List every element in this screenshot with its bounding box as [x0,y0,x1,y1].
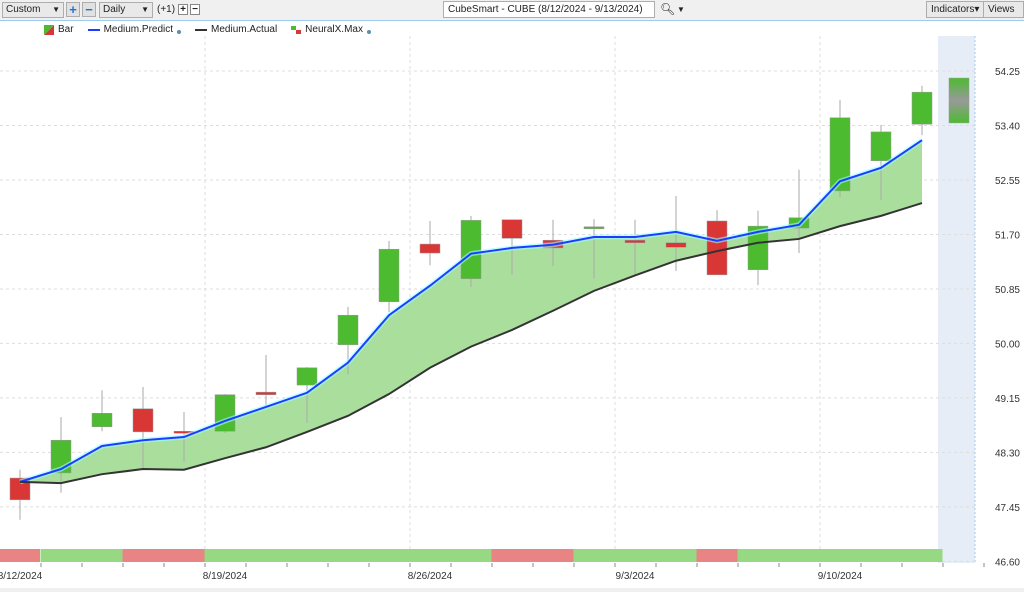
neuralx-segment-down [122,549,164,562]
predict-actual-fill [20,140,922,484]
neuralx-segment-up [737,549,779,562]
candle-down [665,242,687,248]
chevron-down-icon: ▼ [141,5,149,14]
neuralx-segment-up [409,549,451,562]
y-tick-label: 48.30 [995,448,1020,459]
neuralx-segment-down [696,549,738,562]
offset-label: (+1) [157,4,176,15]
x-tick-label: 8/26/2024 [408,571,453,582]
neuralx-segment-down [532,549,574,562]
y-tick-label: 50.85 [995,285,1020,296]
chevron-down-icon[interactable]: ▼ [677,5,685,14]
preset-select[interactable]: Custom ▼ [2,2,64,18]
x-tick-label: 9/10/2024 [818,571,863,582]
legend-label: Medium.Predict [103,24,174,35]
neuralx-segment-down [163,549,205,562]
y-tick-label: 46.60 [995,557,1020,568]
neuralx-segment-up [860,549,902,562]
views-label: Views [988,4,1015,15]
offset-minus-button[interactable]: − [190,4,200,15]
chart-area[interactable]: 54.25 53.40 52.55 51.70 50.85 50.00 49.15 48.30… [0,20,1024,588]
neuralx-icon [291,25,302,34]
interval-select[interactable]: Daily ▼ [99,2,153,18]
neuralx-segment-up [204,549,246,562]
x-tick-label: 8/19/2024 [203,571,248,582]
legend-label: Bar [58,24,74,35]
candle-up [583,226,605,230]
candle-down [501,219,523,239]
candle-up [911,91,933,125]
neuralx-segment-down [0,549,40,562]
symbol-title: CubeSmart - CUBE (8/12/2024 - 9/13/2024) [448,4,643,15]
indicators-label: Indicators [931,4,975,15]
symbol-title-field[interactable]: CubeSmart - CUBE (8/12/2024 - 9/13/2024) [443,1,655,18]
legend-bar[interactable]: Bar [44,24,74,35]
neuralx-segment-up [327,549,369,562]
neuralx-segment-up [901,549,943,562]
price-chart: 54.25 53.40 52.55 51.70 50.85 50.00 49.15 48.30… [0,36,1020,582]
candle-down [419,243,441,254]
indicators-button[interactable]: Indicators▾ [926,1,985,18]
neuralx-segment-down [491,549,533,562]
candle-up [460,220,482,279]
neuralx-segment-up [655,549,697,562]
neuralx-segment-up [368,549,410,562]
legend: Bar Medium.Predict Medium.Actual NeuralX… [44,24,371,35]
candle-up [91,413,113,428]
neuralx-segment-up [614,549,656,562]
neuralx-segment-up [819,549,861,562]
y-tick-label: 49.15 [995,394,1020,405]
bar-icon [44,24,54,35]
y-tick-label: 50.00 [995,339,1020,350]
candle-down [132,408,154,433]
toolbar: Custom ▼ + − Daily ▼ (+1) + − CubeSmart - … [0,0,1024,30]
views-button[interactable]: Views ▾ [983,1,1024,30]
legend-label: NeuralX.Max [305,24,363,35]
neuralx-segment-up [573,549,615,562]
zoom-out-button[interactable]: − [82,2,96,17]
neuralx-segment-up [778,549,820,562]
interval-value: Daily [103,4,126,15]
y-tick-label: 52.55 [995,176,1020,187]
preset-value: Custom [6,4,41,15]
neuralx-segment-up [286,549,328,562]
legend-predict[interactable]: Medium.Predict [87,24,182,35]
zoom-in-button[interactable]: + [66,2,80,17]
y-tick-label: 53.40 [995,121,1020,132]
y-tick-label: 54.25 [995,67,1020,78]
candle-up [337,314,359,345]
forecast-candle [948,77,970,124]
x-tick-label: 8/12/2024 [0,571,43,582]
candle-up [378,248,400,303]
legend-label: Medium.Actual [211,24,278,35]
y-tick-label: 51.70 [995,230,1020,241]
candle-down [706,220,728,276]
neuralx-segment-up [245,549,287,562]
candle-up [296,367,318,386]
neuralx-segment-up [81,549,123,562]
legend-actual[interactable]: Medium.Actual [195,24,277,35]
neuralx-segment-up [450,549,492,562]
candle-up [870,131,892,161]
y-tick-label: 47.45 [995,503,1020,514]
candle-down [624,239,646,244]
neuralx-segment-up [40,549,82,562]
search-icon[interactable]: 🔍︎ [660,2,675,16]
legend-neuralx[interactable]: NeuralX.Max [291,24,371,35]
x-tick-label: 9/3/2024 [616,571,655,582]
offset-plus-button[interactable]: + [178,4,188,15]
chevron-down-icon: ▼ [52,5,60,14]
candle-down [255,391,277,395]
